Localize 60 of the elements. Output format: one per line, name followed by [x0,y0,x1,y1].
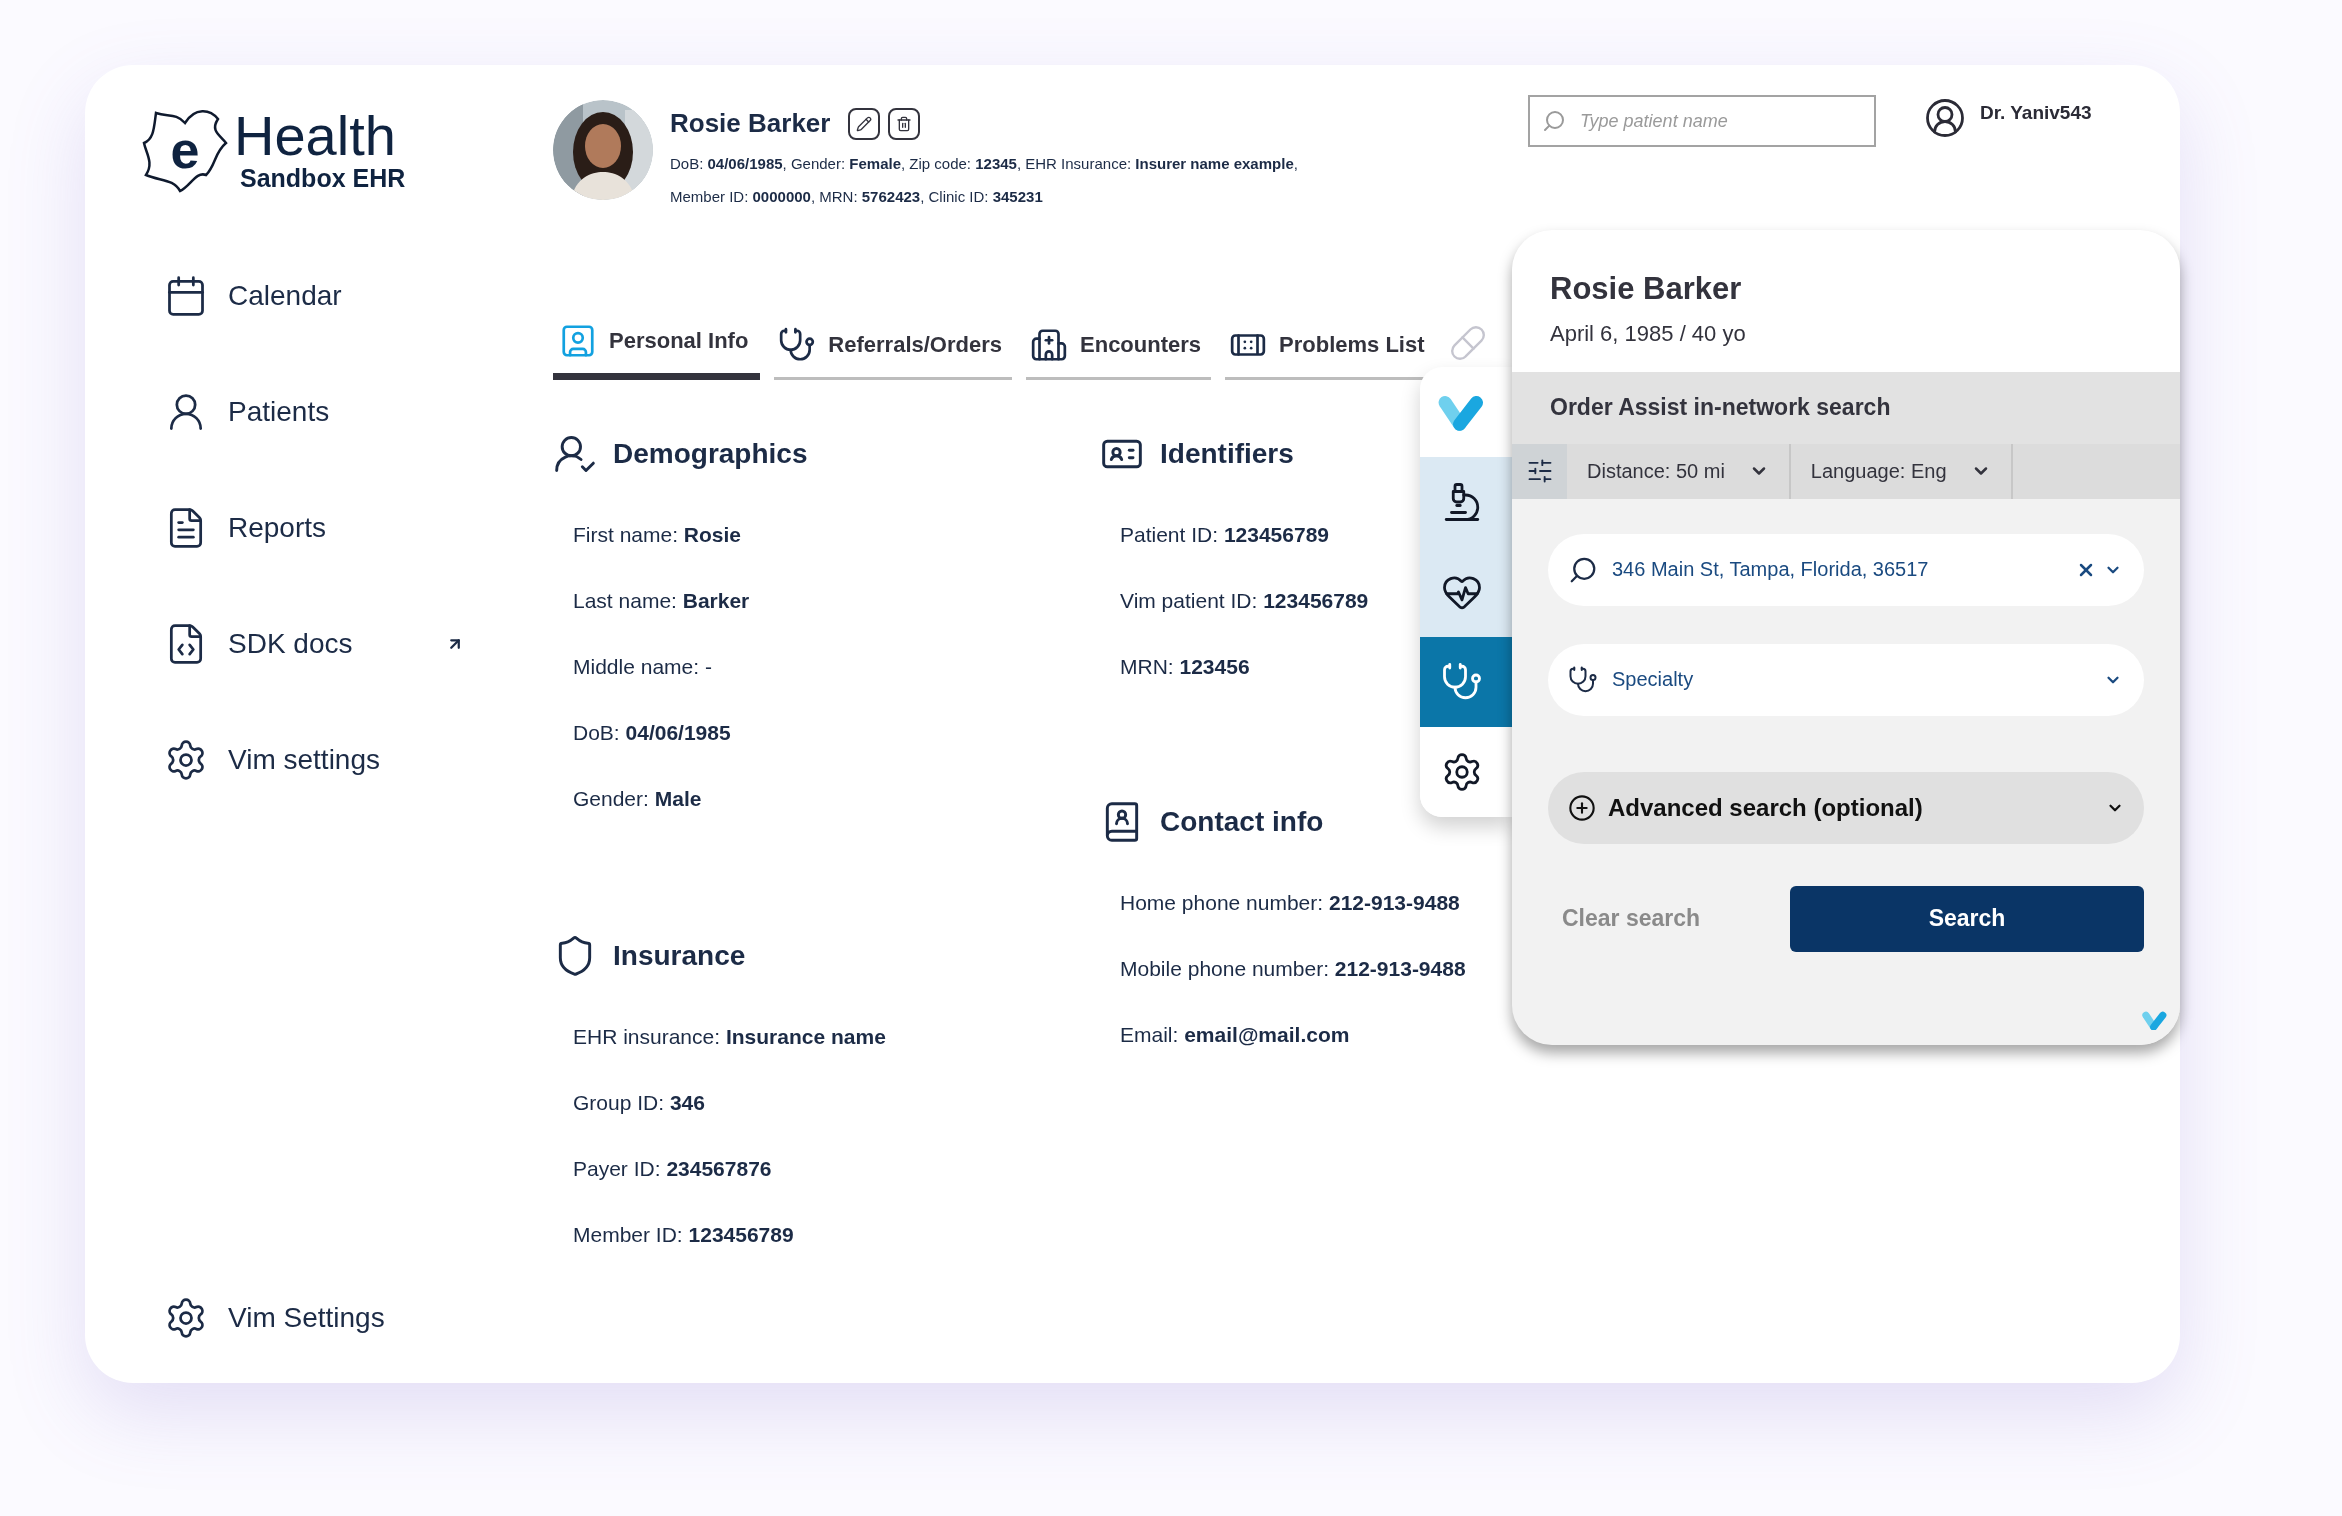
field-text: Home phone number: 212-913-9488 [1120,890,1461,916]
field-text: Group ID: 346 [573,1090,706,1116]
trash-icon [896,115,913,132]
delete-button[interactable] [888,107,921,140]
user-name: Dr. Yaniv543 [1979,100,2092,125]
patient-details: DoB: 04/06/1985, Gender: Female, Zip code: 12345, EHR Insurance: Insurer name example, [670,154,1298,174]
section-title: Contact info [1160,805,1324,839]
panel-patient-name: Rosie Barker [1550,270,1743,308]
patient-name: Rosie Barker [670,107,831,140]
filter-button[interactable] [1512,443,1567,499]
nav-item[interactable]: SDK docs [164,619,464,669]
field-text: First name: Rosie [573,522,743,548]
specialty-field[interactable]: Specialty [1548,643,2144,716]
field-text: DoB: 04/06/1985 [573,720,732,746]
field-text: Vim patient ID: 123456789 [1120,588,1370,614]
section-title: Identifiers [1160,437,1294,471]
logo-subtitle: Sandbox EHR [239,164,406,192]
nav-item[interactable]: Calendar [164,271,464,321]
logo-title: Health [234,108,397,164]
search-icon [1541,109,1566,133]
field-text: MRN: 123456 [1120,654,1251,680]
tab[interactable]: Referrals/Orders [774,312,1012,380]
field-text: Middle name: - [573,654,713,680]
pill-icon [1448,324,1487,362]
stethoscope-icon [778,325,817,364]
nav-item[interactable]: Vim settings [164,735,464,785]
tab[interactable]: Encounters [1026,312,1212,380]
field-text: Mobile phone number: 212-913-9488 [1120,956,1466,982]
nav-item[interactable]: Vim Settings [164,1293,553,1343]
nav-item[interactable]: Patients [164,387,464,437]
filter-dropdown[interactable]: Language: Eng [1790,443,2013,499]
user-avatar-icon[interactable] [1923,97,1966,139]
rail-button[interactable] [1420,547,1512,637]
edit-button[interactable] [848,107,881,140]
field-text: EHR insurance: Insurance name [573,1024,887,1050]
panel-title: Order Assist in-network search [1550,393,1891,423]
stethoscope-icon [1568,664,1598,695]
patient-details: Member ID: 0000000, MRN: 5762423, Clinic ID: 345231 [670,186,1044,207]
filter-dropdown[interactable]: Distance: 50 mi [1567,443,1791,499]
rail-button[interactable] [1420,637,1512,727]
field-text: Payer ID: 234567876 [573,1156,773,1182]
patient-search-field[interactable]: Type patient name [1527,95,1876,147]
field-text: Member ID: 123456789 [573,1222,795,1248]
logo-letter: e [170,124,200,176]
field-text: Last name: Barker [573,588,751,614]
tab[interactable]: Personal Info [553,308,761,380]
field-text: Patient ID: 123456789 [1120,522,1330,548]
rail-button[interactable] [1420,457,1512,547]
search-button[interactable]: Search [1790,885,2144,952]
section-title: Demographics [613,437,808,471]
field-text: Email: email@mail.com [1120,1022,1351,1048]
advanced-search-toggle[interactable]: Advanced search (optional) [1548,771,2144,844]
pencil-icon [856,115,873,132]
nav-item[interactable]: Reports [164,503,464,553]
address-field[interactable]: 346 Main St, Tampa, Florida, 36517 [1548,533,2144,606]
panel-patient-age: April 6, 1985 / 40 yo [1550,319,1747,348]
field-text: Gender: Male [573,786,703,812]
section-title: Insurance [613,939,746,973]
rail-button[interactable] [1420,727,1512,817]
plus-circle-icon [1568,793,1596,822]
